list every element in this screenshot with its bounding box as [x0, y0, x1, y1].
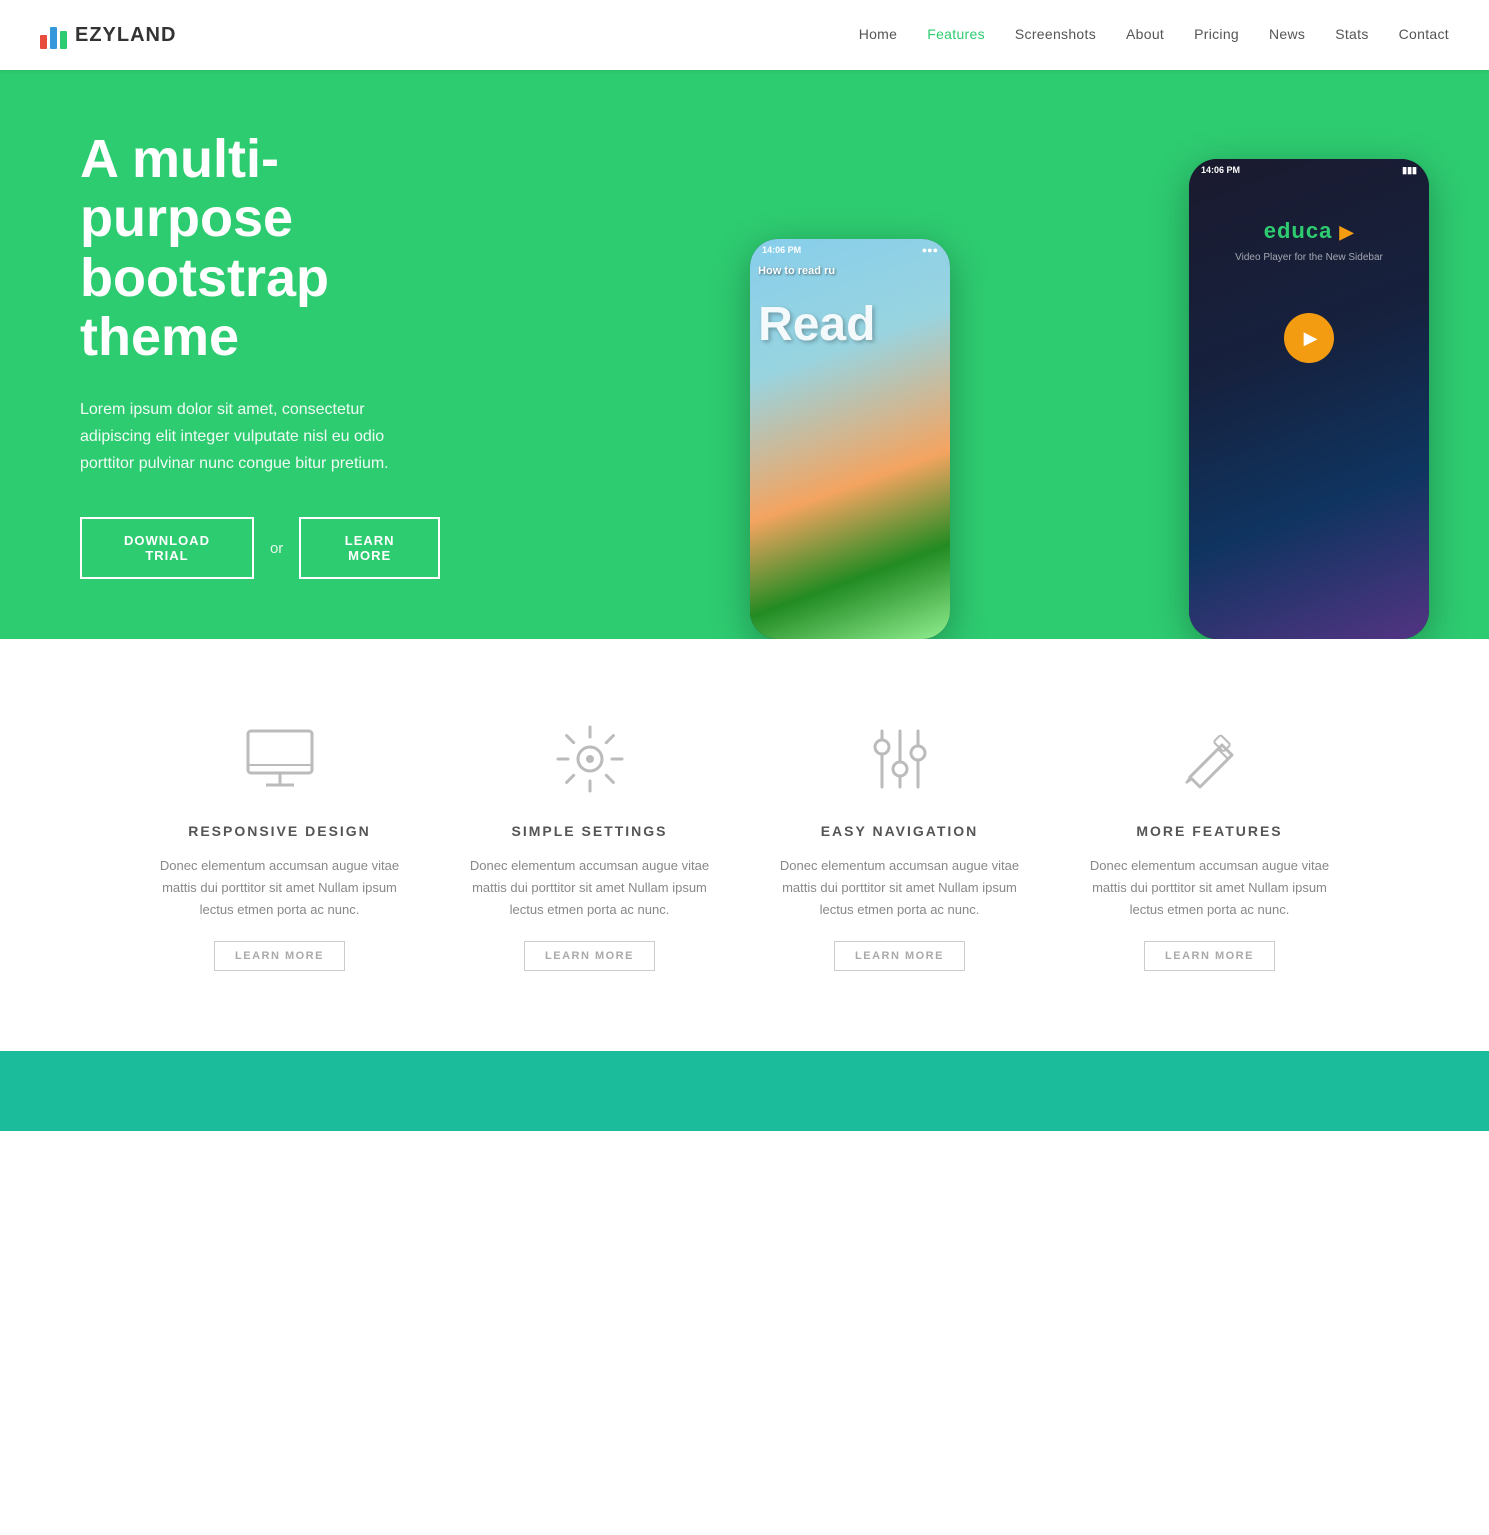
phone-statusbar-right: 14:06 PM ▮▮▮ — [1189, 159, 1429, 178]
hero-image: 14:06 PM ●●● How to read ru Read 14:06 P… — [670, 70, 1489, 639]
phone-time-left: 14:06 PM — [762, 245, 801, 255]
pencil-icon — [1170, 719, 1250, 799]
feature-title-responsive: RESPONSIVE DESIGN — [188, 823, 371, 839]
feature-desc-settings: Donec elementum accumsan augue vitae mat… — [455, 855, 725, 921]
educa-play-button — [1284, 313, 1334, 363]
hero-description: Lorem ipsum dolor sit amet, consectetur … — [80, 396, 440, 478]
logo-bar-green — [60, 31, 67, 49]
hero-content: A multi-purpose bootstrap theme Lorem ip… — [0, 70, 520, 639]
educa-play-icon: ▶ — [1339, 222, 1354, 242]
phone-screen-left: 14:06 PM ●●● How to read ru Read — [750, 239, 950, 639]
settings-icon — [550, 719, 630, 799]
feature-settings: SIMPLE SETTINGS Donec elementum accumsan… — [455, 719, 725, 971]
phone-statusbar-left: 14:06 PM ●●● — [750, 239, 950, 257]
phone-left: 14:06 PM ●●● How to read ru Read — [750, 239, 950, 639]
phone-right: 14:06 PM ▮▮▮ educa ▶ Video Player for th… — [1189, 159, 1429, 639]
phone-screen-right: 14:06 PM ▮▮▮ educa ▶ Video Player for th… — [1189, 159, 1429, 639]
features-grid: RESPONSIVE DESIGN Donec elementum accums… — [145, 719, 1345, 971]
hero-buttons: DOWNLOAD TRIAL or LEARN MORE — [80, 517, 440, 579]
app-title-left: How to read ru — [758, 265, 942, 277]
logo-icon — [40, 21, 67, 49]
hero-title: A multi-purpose bootstrap theme — [80, 130, 440, 368]
app-read-text: Read — [758, 297, 942, 352]
feature-responsive: RESPONSIVE DESIGN Donec elementum accums… — [145, 719, 415, 971]
logo-bar-red — [40, 35, 47, 49]
phone-app-right: educa ▶ Video Player for the New Sidebar — [1189, 178, 1429, 373]
nav-pricing[interactable]: Pricing — [1194, 26, 1239, 42]
nav-features[interactable]: Features — [927, 26, 985, 42]
feature-btn-settings[interactable]: LEARN MORE — [524, 941, 655, 971]
educa-logo: educa ▶ — [1264, 218, 1355, 244]
feature-desc-navigation: Donec elementum accumsan augue vitae mat… — [765, 855, 1035, 921]
phone-signal-left: ●●● — [922, 245, 938, 255]
educa-subtitle: Video Player for the New Sidebar — [1235, 252, 1383, 263]
hero-section: A multi-purpose bootstrap theme Lorem ip… — [0, 70, 1489, 639]
monitor-icon — [240, 719, 320, 799]
feature-title-navigation: EASY NAVIGATION — [821, 823, 979, 839]
nav-news[interactable]: News — [1269, 26, 1305, 42]
nav-links: Home Features Screenshots About Pricing … — [859, 26, 1449, 44]
nav-screenshots[interactable]: Screenshots — [1015, 26, 1096, 42]
nav-stats[interactable]: Stats — [1335, 26, 1368, 42]
nav-contact[interactable]: Contact — [1399, 26, 1449, 42]
phone-battery-right: ▮▮▮ — [1402, 165, 1417, 176]
logo-bar-blue — [50, 27, 57, 49]
feature-more: MORE FEATURES Donec elementum accumsan a… — [1075, 719, 1345, 971]
phone-app-left: How to read ru Read — [750, 257, 950, 360]
feature-navigation: EASY NAVIGATION Donec elementum accumsan… — [765, 719, 1035, 971]
feature-title-more: MORE FEATURES — [1136, 823, 1282, 839]
phones-container: 14:06 PM ●●● How to read ru Read 14:06 P… — [670, 109, 1489, 639]
logo[interactable]: EZYLAND — [40, 21, 176, 49]
nav-home[interactable]: Home — [859, 26, 898, 42]
sliders-icon — [860, 719, 940, 799]
brand-name: EZYLAND — [75, 24, 176, 47]
feature-btn-responsive[interactable]: LEARN MORE — [214, 941, 345, 971]
feature-btn-more[interactable]: LEARN MORE — [1144, 941, 1275, 971]
download-trial-button[interactable]: DOWNLOAD TRIAL — [80, 517, 254, 579]
phone-time-right: 14:06 PM — [1201, 165, 1240, 176]
features-section: RESPONSIVE DESIGN Donec elementum accums… — [0, 639, 1489, 1051]
feature-desc-more: Donec elementum accumsan augue vitae mat… — [1075, 855, 1345, 921]
nav-about[interactable]: About — [1126, 26, 1164, 42]
feature-btn-navigation[interactable]: LEARN MORE — [834, 941, 965, 971]
teal-footer-section — [0, 1051, 1489, 1131]
learn-more-button[interactable]: LEARN MORE — [299, 517, 440, 579]
feature-title-settings: SIMPLE SETTINGS — [511, 823, 667, 839]
navbar: EZYLAND Home Features Screenshots About … — [0, 0, 1489, 70]
feature-desc-responsive: Donec elementum accumsan augue vitae mat… — [145, 855, 415, 921]
hero-or-text: or — [270, 540, 283, 557]
